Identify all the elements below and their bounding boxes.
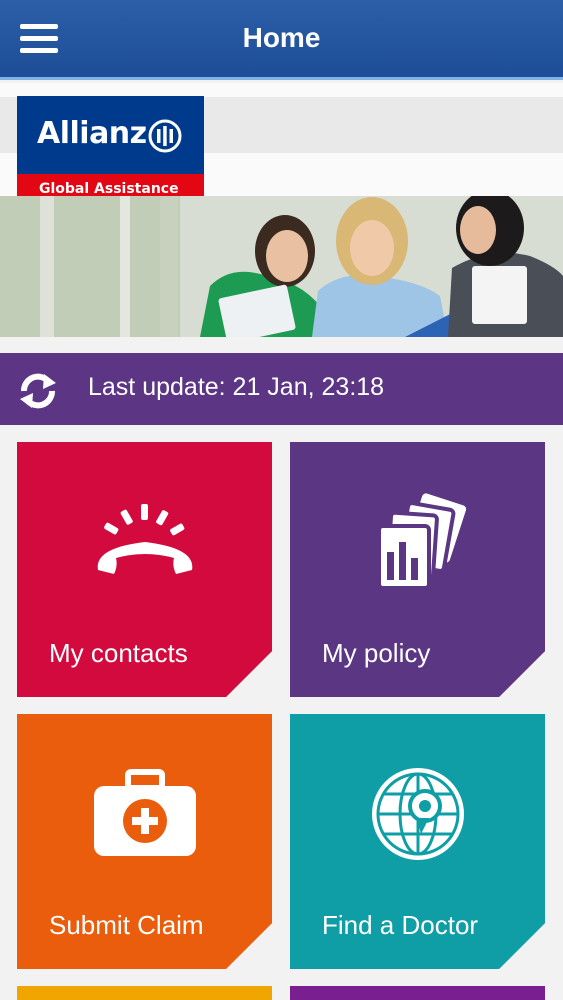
- logo-subtitle: Global Assistance: [39, 181, 179, 197]
- phone-icon: [17, 492, 272, 587]
- my-policy-tile[interactable]: My policy: [290, 442, 545, 697]
- hero-banner-image: [0, 196, 563, 337]
- find-a-doctor-label: Find a Doctor: [322, 910, 479, 940]
- next-tile-left-partial[interactable]: [17, 986, 272, 1000]
- allianz-logo: Allianz Global Assistance: [17, 96, 204, 204]
- next-tile-right-partial[interactable]: [290, 986, 545, 1000]
- my-contacts-tile[interactable]: My contacts: [17, 442, 272, 697]
- logo-band: Allianz Global Assistance: [0, 83, 563, 204]
- submit-claim-tile[interactable]: Submit Claim: [17, 714, 272, 969]
- refresh-icon[interactable]: [16, 369, 60, 413]
- logo-brand: Allianz: [37, 116, 147, 151]
- last-update-bar[interactable]: Last update: 21 Jan, 23:18: [0, 353, 563, 425]
- students-photo: [0, 196, 563, 337]
- my-contacts-label: My contacts: [49, 638, 188, 668]
- policy-cards-icon: [290, 492, 545, 597]
- my-policy-label: My policy: [322, 638, 431, 668]
- find-a-doctor-tile[interactable]: Find a Doctor: [290, 714, 545, 969]
- allianz-emblem-icon: [148, 119, 182, 153]
- last-update-text: Last update: 21 Jan, 23:18: [88, 373, 385, 401]
- page-title: Home: [242, 22, 321, 53]
- medical-kit-icon: [17, 764, 272, 864]
- submit-claim-label: Submit Claim: [49, 910, 204, 940]
- app-header: Home: [0, 0, 563, 80]
- globe-pin-icon: [290, 764, 545, 869]
